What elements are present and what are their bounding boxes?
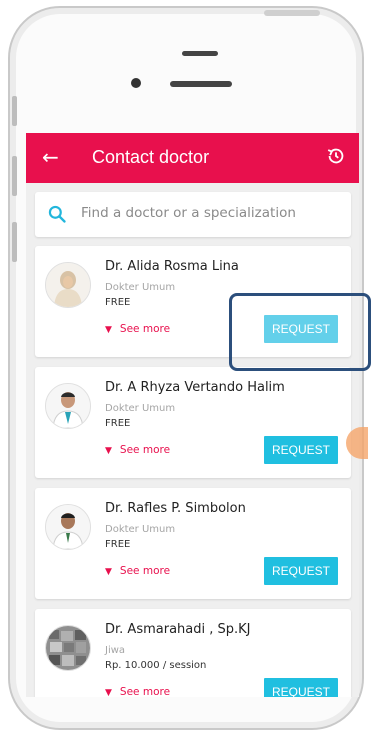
doctor-price: FREE (105, 418, 131, 429)
doctor-specialization: Dokter Umum (105, 282, 176, 293)
see-more-link[interactable]: ▼ See more (105, 686, 170, 697)
see-more-label: See more (119, 444, 171, 456)
see-more-link[interactable]: ▼ See more (105, 565, 170, 577)
doctor-card[interactable]: Dr. A Rhyza Vertando Halim Dokter Umum F… (35, 367, 351, 478)
doctor-specialization: Dokter Umum (105, 524, 176, 535)
see-more-link[interactable]: ▼ See more (105, 444, 170, 456)
see-more-link[interactable]: ▼ See more (105, 323, 170, 335)
search-icon (48, 205, 66, 223)
page-title: Contact doctor (92, 147, 210, 167)
app-bar: ← Contact doctor (26, 133, 359, 183)
search-placeholder: Find a doctor or a specialization (81, 205, 296, 221)
search-input[interactable]: Find a doctor or a specialization (35, 192, 351, 237)
chevron-down-icon: ▼ (105, 446, 112, 456)
earpiece-speaker (182, 51, 218, 56)
doctor-price: FREE (105, 297, 131, 308)
doctor-avatar (45, 625, 91, 671)
doctor-avatar (45, 383, 91, 429)
doctor-name: Dr. Alida Rosma Lina (105, 259, 239, 274)
doctor-name: Dr. Rafles P. Simbolon (105, 501, 246, 516)
doctor-avatar (45, 504, 91, 550)
doctor-card[interactable]: Dr. Asmarahadi , Sp.KJ Jiwa Rp. 10.000 /… (35, 609, 351, 697)
power-button (264, 10, 320, 16)
see-more-label: See more (119, 686, 171, 697)
doctor-name: Dr. A Rhyza Vertando Halim (105, 380, 285, 395)
request-button[interactable]: REQUEST (264, 557, 338, 585)
see-more-label: See more (119, 323, 171, 335)
volume-down-button (12, 222, 17, 262)
doctor-specialization: Dokter Umum (105, 403, 176, 414)
doctor-name: Dr. Asmarahadi , Sp.KJ (105, 622, 251, 637)
chevron-down-icon: ▼ (105, 688, 112, 697)
doctor-price: Rp. 10.000 / session (105, 660, 207, 671)
volume-up-button (12, 156, 17, 196)
proximity-sensor (170, 81, 232, 87)
doctor-specialization: Jiwa (105, 645, 126, 656)
doctor-card[interactable]: Dr. Rafles P. Simbolon Dokter Umum FREE … (35, 488, 351, 599)
chevron-down-icon: ▼ (105, 567, 112, 577)
app-screen: ← Contact doctor Find a doctor or a spec… (26, 133, 359, 697)
front-camera (131, 78, 141, 88)
doctor-price: FREE (105, 539, 131, 550)
mute-switch (12, 96, 17, 126)
history-icon[interactable] (325, 145, 347, 167)
doctor-avatar (45, 262, 91, 308)
highlight-box (229, 293, 371, 371)
request-button[interactable]: REQUEST (264, 436, 338, 464)
see-more-label: See more (119, 565, 171, 577)
arrow-left-icon[interactable]: ← (42, 145, 59, 169)
request-button[interactable]: REQUEST (264, 678, 338, 697)
chevron-down-icon: ▼ (105, 325, 112, 335)
